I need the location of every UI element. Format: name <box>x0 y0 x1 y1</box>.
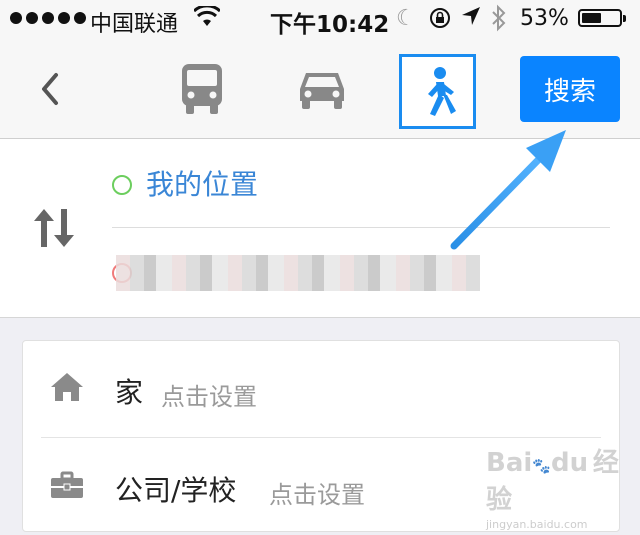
bus-icon <box>182 64 222 114</box>
battery-icon <box>578 9 626 27</box>
paw-icon: 🐾 <box>532 457 551 475</box>
origin-marker-icon <box>112 175 132 195</box>
favorite-label: 家 <box>115 376 144 409</box>
bus-mode-button[interactable] <box>176 60 228 118</box>
origin-field[interactable]: 我的位置 <box>146 163 258 203</box>
briefcase-icon <box>51 471 83 498</box>
bluetooth-icon <box>490 4 508 38</box>
watermark-url: jingyan.baidu.com <box>486 518 588 531</box>
swap-route-button[interactable] <box>30 207 80 249</box>
favorite-label: 公司/学校 <box>115 474 237 507</box>
location-arrow-icon <box>460 5 482 33</box>
orientation-lock-icon <box>428 6 452 36</box>
signal-strength-icon <box>10 12 86 24</box>
favorite-hint: 点击设置 <box>161 383 257 411</box>
battery-fill <box>582 13 601 23</box>
watermark-brand: Bai <box>486 448 533 478</box>
moon-icon: ☾ <box>396 6 416 31</box>
route-input-card: 我的位置 <box>0 139 640 318</box>
chevron-left-icon <box>42 73 58 105</box>
swap-arrows-icon <box>34 209 74 247</box>
wifi-icon <box>192 4 222 34</box>
home-icon <box>51 373 83 401</box>
status-bar: 中国联通 下午10:42 ☾ 53% <box>0 0 640 40</box>
favorite-hint: 点击设置 <box>269 481 365 509</box>
watermark: Bai🐾du 经验 jingyan.baidu.com <box>486 442 640 531</box>
divider <box>41 437 601 438</box>
divider <box>112 227 610 228</box>
car-icon <box>300 73 344 109</box>
car-mode-button[interactable] <box>292 62 352 116</box>
battery-percentage: 53% <box>520 6 569 31</box>
watermark-brand2: du <box>550 448 589 478</box>
search-button[interactable]: 搜索 <box>520 56 620 122</box>
destination-field-blurred[interactable] <box>116 255 480 291</box>
transport-mode-bar: 搜索 <box>0 40 640 139</box>
carrier-name: 中国联通 <box>90 12 179 37</box>
favorite-home-row[interactable]: 家 点击设置 <box>23 341 619 437</box>
walk-icon <box>427 66 456 116</box>
walk-mode-button[interactable] <box>399 54 476 129</box>
back-button[interactable] <box>30 66 70 112</box>
clock: 下午10:42 <box>270 12 390 38</box>
